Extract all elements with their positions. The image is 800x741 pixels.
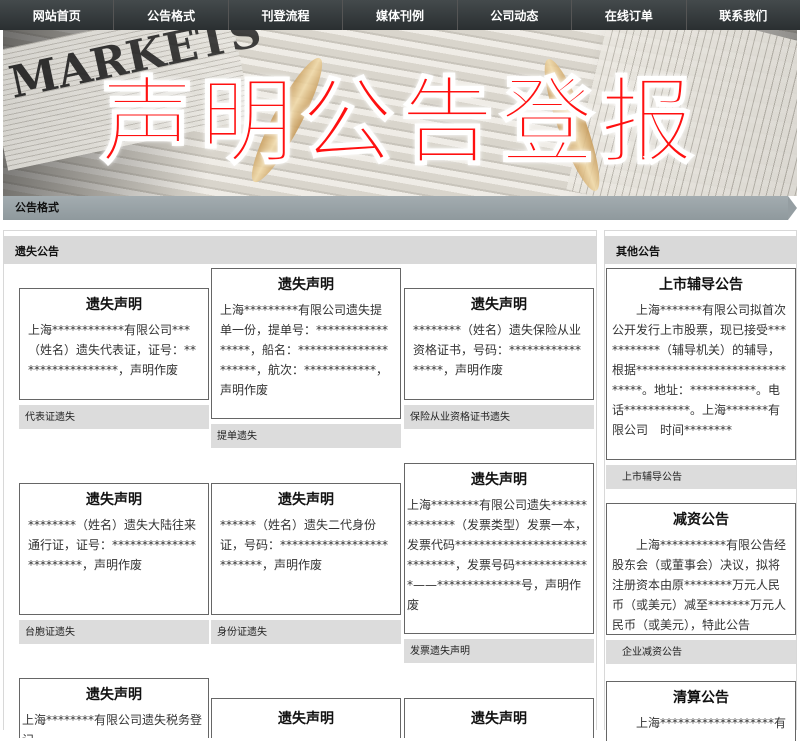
notice-body: 上海*********有限公司遗失提单一份，提单号：**************… xyxy=(220,303,389,397)
notice-caption[interactable]: 上市辅导公告 xyxy=(606,465,796,489)
notice-box: 遗失声明 上海********有限公司遗失税务登记 xyxy=(19,678,209,738)
notice-body: 上海***********有限公告经股东会（或董事会）决议，拟将注册资本由原**… xyxy=(612,538,787,632)
notice-card[interactable]: 遗失声明 ******（姓名）遗失二代身份证，号码：**************… xyxy=(211,483,401,644)
notice-title: 清算公告 xyxy=(673,690,729,706)
notice-title: 遗失声明 xyxy=(471,472,527,488)
notice-card[interactable]: 遗失声明 上海********有限公司遗失**************（发票类型… xyxy=(404,463,594,663)
nav-company-news[interactable]: 公司动态 xyxy=(458,0,573,30)
notice-body: ********（姓名）遗失保险从业资格证书，号码：**************… xyxy=(413,323,582,377)
notice-box: 上市辅导公告 上海*******有限公司拟首次公开发行上市股票，现已接受****… xyxy=(606,268,796,460)
notice-box: 遗失声明 ********（姓名）遗失保险从业资格证书，号码：*********… xyxy=(404,288,594,400)
banner-title: 声明公告登报 xyxy=(99,67,700,178)
notice-title: 减资公告 xyxy=(673,512,729,528)
nav-announcement-format[interactable]: 公告格式 xyxy=(114,0,229,30)
notice-box: 遗失声明 ********（姓名）遗失大陆往来通行证，证号：**********… xyxy=(19,483,209,615)
nav-online-order[interactable]: 在线订单 xyxy=(572,0,687,30)
top-nav: 网站首页 公告格式 刊登流程 媒体刊例 公司动态 在线订单 联系我们 xyxy=(0,0,800,30)
notice-card[interactable]: 减资公告 上海***********有限公告经股东会（或董事会）决议，拟将注册资… xyxy=(606,503,796,664)
notice-card[interactable]: 上市辅导公告 上海*******有限公司拟首次公开发行上市股票，现已接受****… xyxy=(606,268,796,489)
notice-caption[interactable]: 台胞证遗失 xyxy=(19,620,209,644)
notice-card[interactable]: 遗失声明 ********（姓名）遗失保险从业资格证书，号码：*********… xyxy=(404,288,594,429)
notice-card[interactable]: 遗失声明 上海************有限公司***（姓名）遗失代表证，证号：*… xyxy=(19,288,209,429)
notice-caption[interactable]: 企业减资公告 xyxy=(606,640,796,664)
notice-card[interactable]: 清算公告 上海*******************有 xyxy=(606,681,796,741)
notice-card[interactable]: 遗失声明 上海*********有限公司遗失提单一份，提单号：*********… xyxy=(211,268,401,448)
notice-body: 上海********有限公司遗失税务登记 xyxy=(22,713,203,738)
notice-title: 上市辅导公告 xyxy=(659,277,743,293)
notice-title: 遗失声明 xyxy=(278,711,334,727)
notice-title: 遗失声明 xyxy=(86,687,142,703)
notice-caption[interactable]: 身份证遗失 xyxy=(211,620,401,644)
notice-title: 遗失声明 xyxy=(278,492,334,508)
notice-card[interactable]: 遗失声明 上海********有限公司遗失税务登记 xyxy=(19,678,209,738)
banner: MARKETS 声明公告登报 xyxy=(3,30,797,196)
nav-publish-process[interactable]: 刊登流程 xyxy=(229,0,344,30)
notice-title: 遗失声明 xyxy=(86,492,142,508)
notice-body: ******（姓名）遗失二代身份证，号码：*******************… xyxy=(220,518,389,572)
notice-body: 上海*******有限公司拟首次公开发行上市股票，现已接受***********… xyxy=(612,303,787,437)
notice-caption[interactable]: 代表证遗失 xyxy=(19,405,209,429)
notice-body: 上海************有限公司***（姓名）遗失代表证，证号：******… xyxy=(28,323,197,377)
notice-box: 清算公告 上海*******************有 xyxy=(606,681,796,741)
nav-contact[interactable]: 联系我们 xyxy=(687,0,800,30)
notice-title: 遗失声明 xyxy=(471,297,527,313)
notice-box: 遗失声明 xyxy=(211,698,401,738)
other-notice-panel: 其他公告 上市辅导公告 上海*******有限公司拟首次公开发行上市股票，现已接… xyxy=(604,230,797,741)
notice-title: 遗失声明 xyxy=(471,711,527,727)
notice-box: 遗失声明 xyxy=(404,698,594,738)
notice-box: 遗失声明 上海************有限公司***（姓名）遗失代表证，证号：*… xyxy=(19,288,209,400)
notice-box: 遗失声明 ******（姓名）遗失二代身份证，号码：**************… xyxy=(211,483,401,615)
notice-title: 遗失声明 xyxy=(278,277,334,293)
notice-caption[interactable]: 保险从业资格证书遗失 xyxy=(404,405,594,429)
notice-card[interactable]: 遗失声明 xyxy=(404,698,594,738)
notice-body: ********（姓名）遗失大陆往来通行证，证号：***************… xyxy=(28,518,197,572)
notice-box: 遗失声明 上海*********有限公司遗失提单一份，提单号：*********… xyxy=(211,268,401,419)
notice-card[interactable]: 遗失声明 ********（姓名）遗失大陆往来通行证，证号：**********… xyxy=(19,483,209,644)
notice-body: 上海*******************有 xyxy=(636,716,787,730)
notice-caption[interactable]: 提单遗失 xyxy=(211,424,401,448)
breadcrumb-label: 公告格式 xyxy=(15,201,59,214)
notice-box: 减资公告 上海***********有限公告经股东会（或董事会）决议，拟将注册资… xyxy=(606,503,796,635)
lost-notice-panel: 遗失公告 遗失声明 上海************有限公司***（姓名）遗失代表证… xyxy=(3,230,597,738)
breadcrumb-arrow xyxy=(788,196,797,220)
notice-title: 遗失声明 xyxy=(86,297,142,313)
panel-header: 遗失公告 xyxy=(4,236,596,264)
notice-box: 遗失声明 上海********有限公司遗失**************（发票类型… xyxy=(404,463,594,634)
panel-header: 其他公告 xyxy=(605,236,796,264)
breadcrumb: 公告格式 xyxy=(3,196,788,220)
notice-card[interactable]: 遗失声明 xyxy=(211,698,401,738)
nav-home[interactable]: 网站首页 xyxy=(0,0,115,30)
notice-caption[interactable]: 发票遗失声明 xyxy=(404,639,594,663)
nav-media-rates[interactable]: 媒体刊例 xyxy=(343,0,458,30)
notice-body: 上海********有限公司遗失**************（发票类型）发票一本… xyxy=(407,498,588,612)
